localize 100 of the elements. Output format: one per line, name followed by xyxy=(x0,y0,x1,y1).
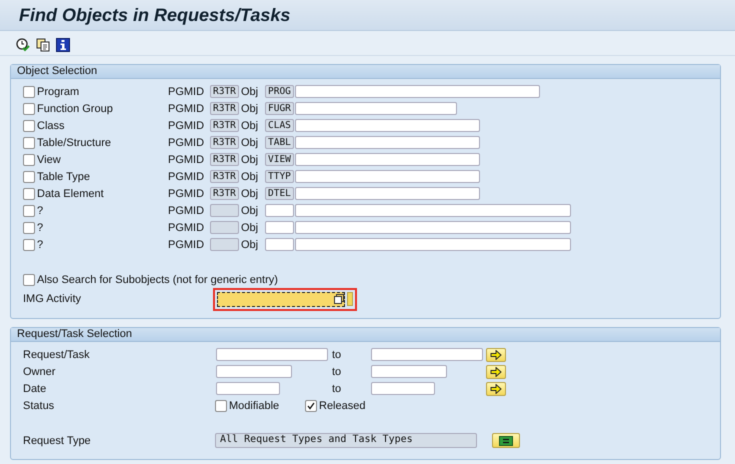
field-label: Obj xyxy=(240,204,260,216)
pgmid-field[interactable]: R3TR xyxy=(210,136,239,149)
checkbox-label: ? xyxy=(37,222,44,234)
checkbox[interactable] xyxy=(23,86,35,98)
select-button[interactable] xyxy=(492,433,520,448)
value-help-icon[interactable] xyxy=(334,294,344,304)
input-field[interactable] xyxy=(371,382,435,395)
pgmid-field[interactable]: R3TR xyxy=(210,170,239,183)
field-label: PGMID xyxy=(168,222,206,234)
window-title: Find Objects in Requests/Tasks xyxy=(19,4,290,26)
pgmid-field[interactable] xyxy=(210,204,239,217)
section-title: Object Selection xyxy=(11,65,720,79)
object-type-field[interactable]: PROG xyxy=(265,85,294,98)
object-type-field[interactable] xyxy=(265,204,294,217)
field-label: PGMID xyxy=(168,86,206,98)
field-label: PGMID xyxy=(168,188,206,200)
checkbox[interactable] xyxy=(23,274,35,286)
multiple-selection-button[interactable] xyxy=(486,348,506,362)
object-type-field[interactable]: DTEL xyxy=(265,187,294,200)
multiple-selection-button[interactable] xyxy=(486,382,506,396)
object-name-field[interactable] xyxy=(295,187,480,200)
input-field[interactable] xyxy=(216,382,280,395)
object-name-field[interactable] xyxy=(295,221,571,234)
object-type-field[interactable]: TTYP xyxy=(265,170,294,183)
object-name-field[interactable] xyxy=(295,136,480,149)
field-label: Status xyxy=(23,400,56,412)
object-name-field[interactable] xyxy=(295,170,480,183)
pgmid-field[interactable]: R3TR xyxy=(210,85,239,98)
input-field[interactable] xyxy=(217,292,345,306)
checkbox[interactable] xyxy=(23,102,35,114)
pgmid-field[interactable] xyxy=(210,221,239,234)
object-type-field[interactable] xyxy=(265,238,294,251)
checkbox-label: View xyxy=(37,154,61,166)
object-type-field[interactable]: CLAS xyxy=(265,119,294,132)
object-name-field[interactable] xyxy=(295,102,457,115)
clock-check-icon[interactable] xyxy=(16,38,30,52)
field-label: PGMID xyxy=(168,170,206,182)
input-field[interactable] xyxy=(216,365,292,378)
checkbox-label: Modifiable xyxy=(229,400,280,412)
field-label: Obj xyxy=(240,238,260,250)
checkbox-label: Program xyxy=(37,86,80,98)
object-name-field[interactable] xyxy=(295,119,480,132)
checkbox[interactable] xyxy=(23,170,35,182)
field-label: to xyxy=(331,366,342,378)
pgmid-field[interactable]: R3TR xyxy=(210,187,239,200)
checkbox[interactable] xyxy=(305,400,317,412)
field-label: Request Type xyxy=(23,434,92,446)
checkbox[interactable] xyxy=(23,222,35,234)
field-label: IMG Activity xyxy=(23,293,82,305)
pgmid-field[interactable]: R3TR xyxy=(210,153,239,166)
field-label: Obj xyxy=(240,86,260,98)
pgmid-field[interactable]: R3TR xyxy=(210,102,239,115)
object-type-field[interactable] xyxy=(265,221,294,234)
field-label: Obj xyxy=(240,222,260,234)
input-field[interactable] xyxy=(371,365,447,378)
copy-icon[interactable] xyxy=(36,38,50,52)
field-label: PGMID xyxy=(168,102,206,114)
info-icon[interactable] xyxy=(56,38,70,52)
field-label: Obj xyxy=(240,136,260,148)
checkbox-label: ? xyxy=(37,238,44,250)
checkbox-label: Also Search for Subobjects (not for generic entry) xyxy=(37,274,278,286)
checkbox-label: Function Group xyxy=(37,102,113,114)
arrow-right-icon xyxy=(490,384,502,394)
checkbox-label: Class xyxy=(37,120,65,132)
checkbox-label: Released xyxy=(319,400,366,412)
checkbox-label: Table/Structure xyxy=(37,136,111,148)
checkbox[interactable] xyxy=(215,400,227,412)
checkbox[interactable] xyxy=(23,154,35,166)
field-label: Owner xyxy=(23,366,56,378)
field-label: PGMID xyxy=(168,154,206,166)
checkbox[interactable] xyxy=(23,120,35,132)
object-name-field[interactable] xyxy=(295,85,540,98)
field-label: to xyxy=(331,348,342,360)
input-field[interactable] xyxy=(371,348,483,361)
object-name-field[interactable] xyxy=(295,153,480,166)
pgmid-field[interactable]: R3TR xyxy=(210,119,239,132)
object-type-field[interactable]: VIEW xyxy=(265,153,294,166)
request-type-field[interactable]: All Request Types and Task Types xyxy=(215,433,477,448)
object-type-field[interactable]: FUGR xyxy=(265,102,294,115)
field-label: PGMID xyxy=(168,136,206,148)
field-label: Obj xyxy=(240,120,260,132)
arrow-right-icon xyxy=(490,366,502,376)
field-label: PGMID xyxy=(168,204,206,216)
checkbox[interactable] xyxy=(23,238,35,250)
field-label: Date xyxy=(23,382,48,394)
pgmid-field[interactable] xyxy=(210,238,239,251)
checkbox[interactable] xyxy=(23,188,35,200)
object-type-field[interactable]: TABL xyxy=(265,136,294,149)
field-label: PGMID xyxy=(168,238,206,250)
equals-icon xyxy=(499,436,513,446)
checkbox[interactable] xyxy=(23,204,35,216)
arrow-right-icon xyxy=(490,350,502,360)
input-field[interactable] xyxy=(216,348,328,361)
checkbox[interactable] xyxy=(23,136,35,148)
checkbox-label: Table Type xyxy=(37,170,90,182)
checkbox-label: ? xyxy=(37,204,44,216)
object-name-field[interactable] xyxy=(295,238,571,251)
object-name-field[interactable] xyxy=(295,204,571,217)
multiple-selection-button[interactable] xyxy=(486,364,506,378)
field-label: Obj xyxy=(240,102,260,114)
